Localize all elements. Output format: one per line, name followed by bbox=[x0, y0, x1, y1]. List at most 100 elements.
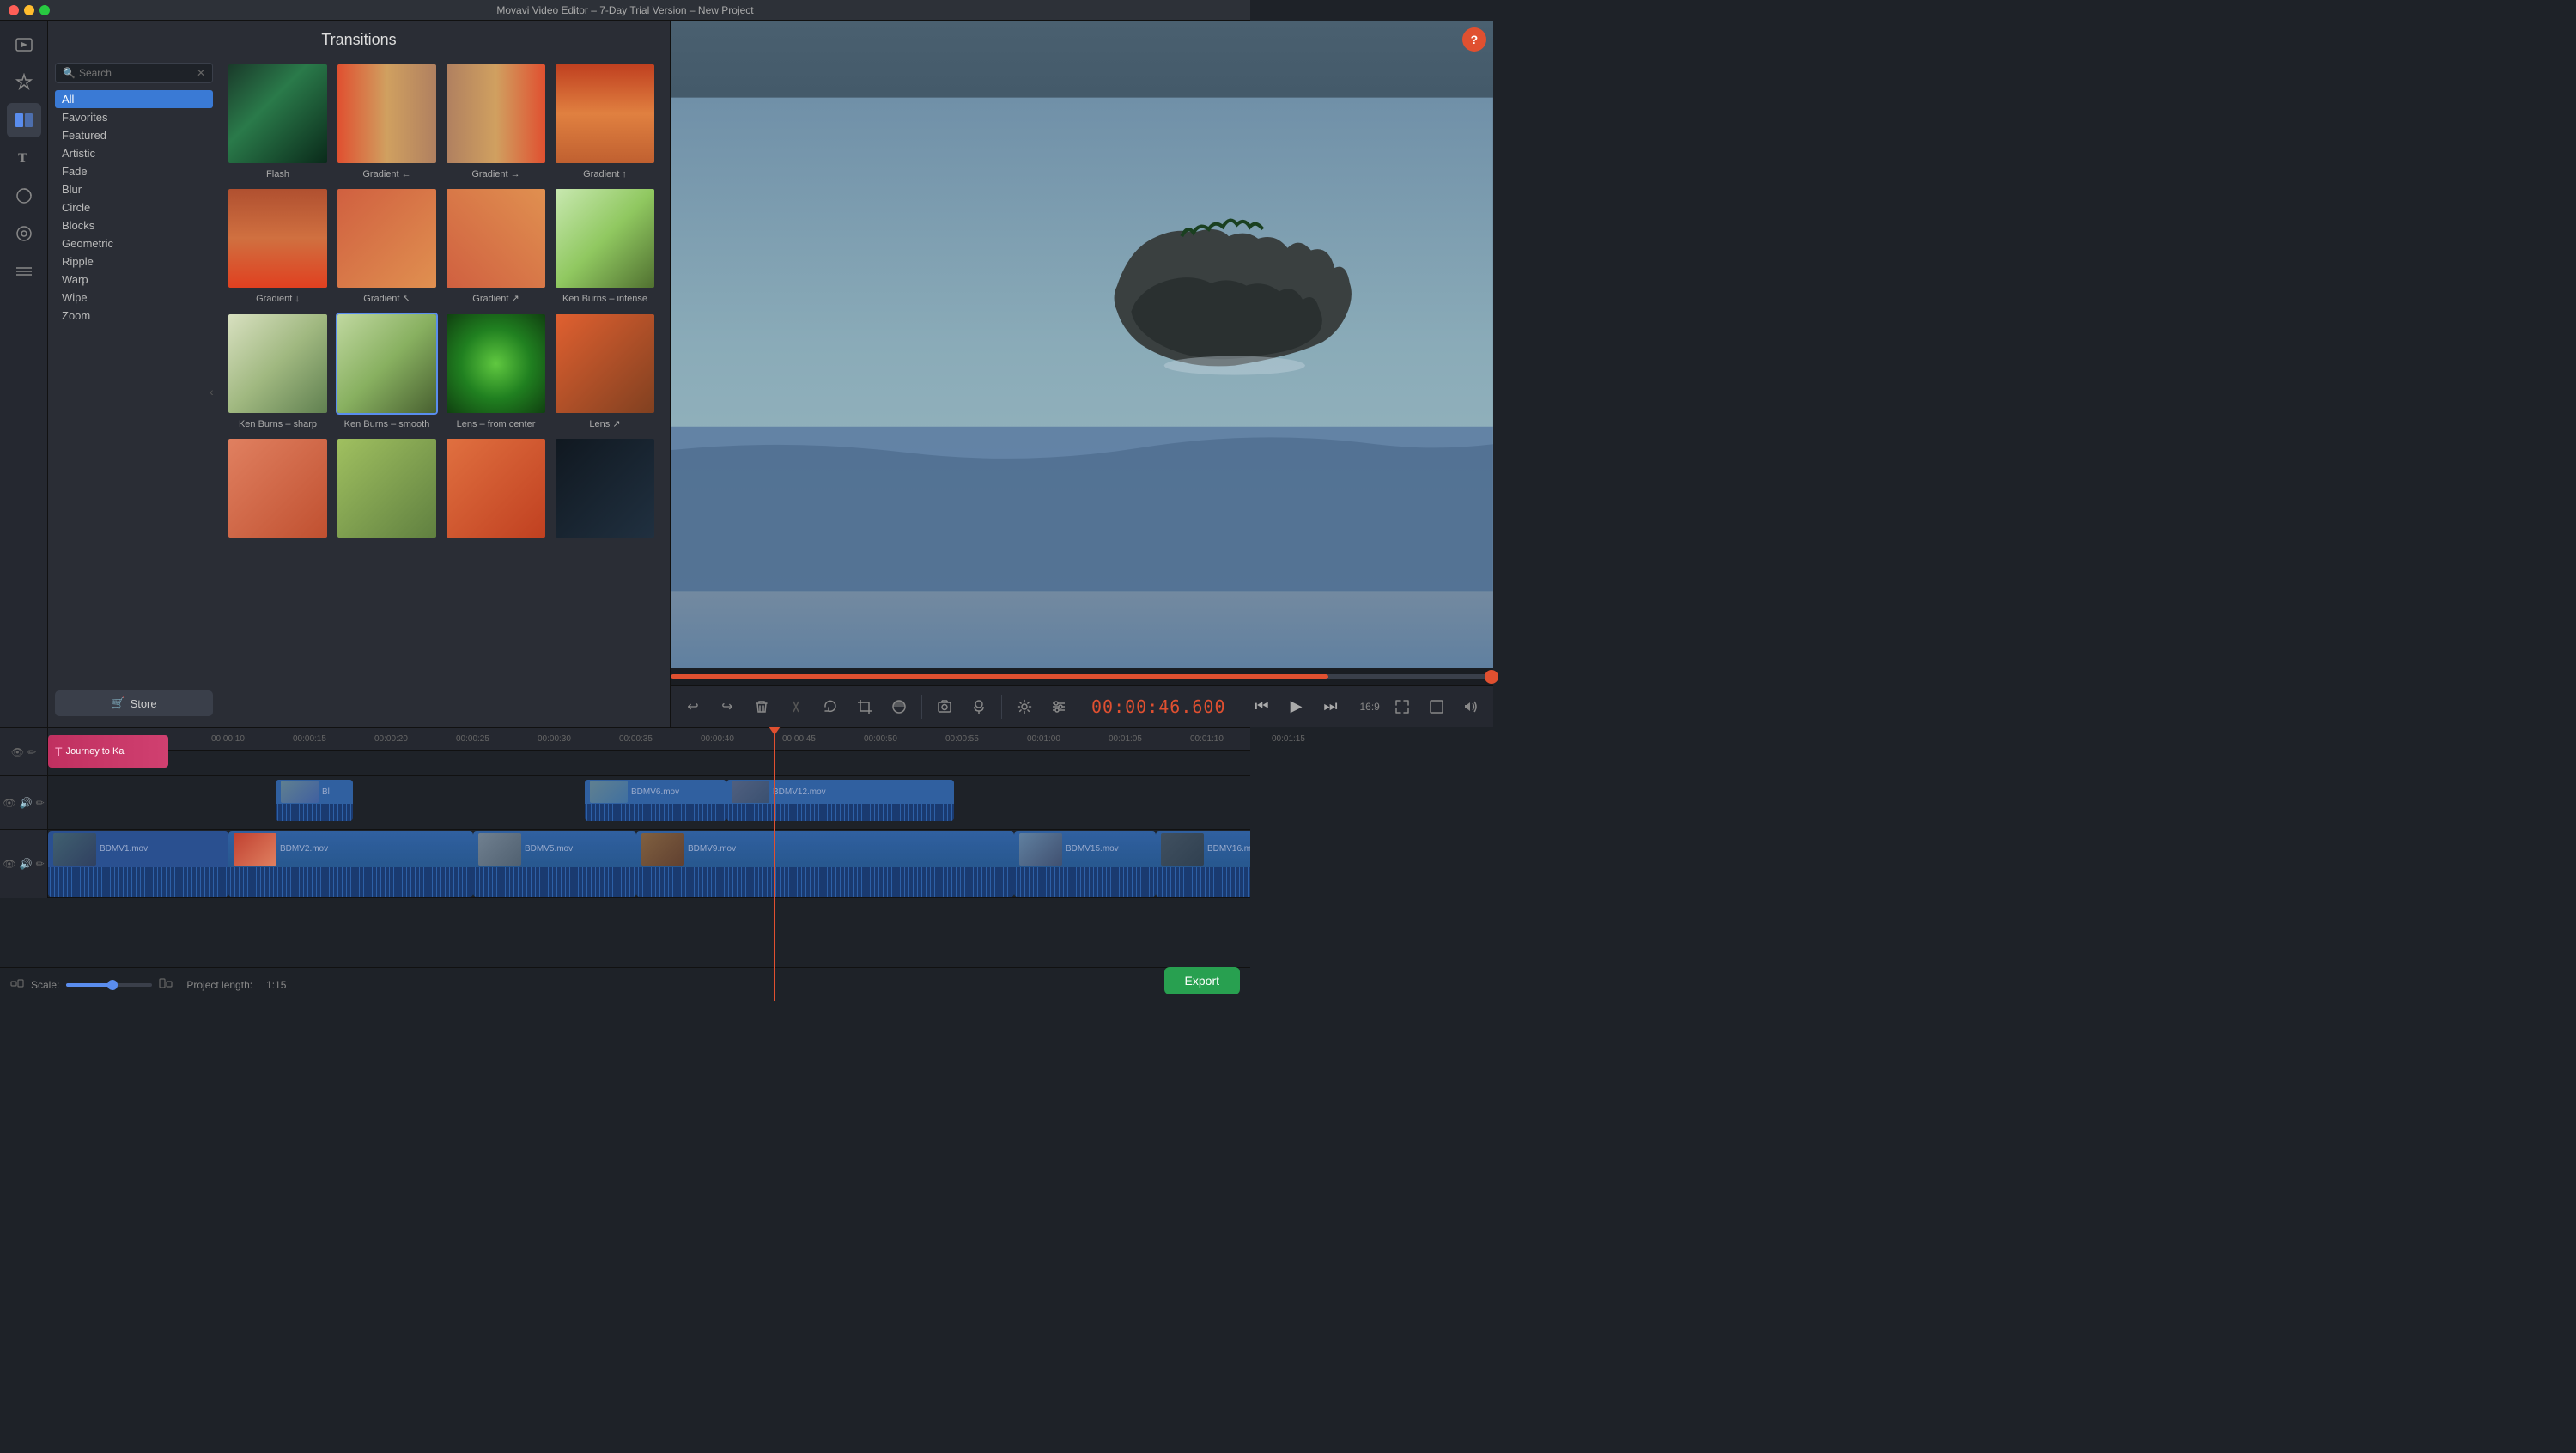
settings-button[interactable] bbox=[1009, 691, 1040, 722]
title-track-visibility-icon[interactable]: 👁 bbox=[11, 746, 24, 758]
delete-button[interactable] bbox=[746, 691, 777, 722]
store-button[interactable]: 🛒 Store bbox=[55, 690, 213, 716]
category-blocks[interactable]: Blocks bbox=[55, 216, 213, 234]
export-button[interactable]: Export bbox=[1164, 967, 1240, 994]
transition-kb-sharp[interactable]: Ken Burns – sharp bbox=[227, 313, 329, 430]
photo-button[interactable] bbox=[929, 691, 960, 722]
transition-gradient-right[interactable]: Gradient → bbox=[445, 63, 547, 180]
broll-clip-bdmv6[interactable]: BDMV6.mov bbox=[585, 780, 726, 821]
toolbar-music-icon[interactable] bbox=[7, 216, 41, 251]
minimize-button[interactable] bbox=[24, 5, 34, 15]
fullscreen-button[interactable] bbox=[1421, 691, 1452, 722]
transition-gradient-diag1[interactable]: Gradient ↖ bbox=[336, 187, 438, 305]
collapse-arrow[interactable]: ‹ bbox=[210, 385, 214, 398]
cut-button[interactable] bbox=[781, 691, 811, 722]
redo-button[interactable]: ↪ bbox=[712, 691, 743, 722]
toolbar-media-icon[interactable] bbox=[7, 27, 41, 62]
scale-thumb[interactable] bbox=[107, 980, 118, 990]
main-clip-bdmv1[interactable]: BDMV1.mov bbox=[48, 831, 228, 897]
help-button[interactable]: ? bbox=[1462, 27, 1486, 52]
crop-button[interactable] bbox=[849, 691, 880, 722]
toolbar-titles-icon[interactable]: T bbox=[7, 141, 41, 175]
transition-lens-diag[interactable]: Lens ↗ bbox=[554, 313, 656, 430]
title-track-lock-icon[interactable]: ✏ bbox=[27, 746, 36, 758]
broll-clip-bdmv6-label: BDMV6.mov bbox=[585, 780, 726, 804]
transition-kb-intense-label: Ken Burns – intense bbox=[562, 293, 647, 305]
transition-gradient-left[interactable]: Gradient ← bbox=[336, 63, 438, 180]
project-length-label: Project length: bbox=[186, 979, 252, 991]
broll-track-lock-icon[interactable]: ✏ bbox=[36, 797, 45, 809]
main-clip-bdmv9[interactable]: BDMV9.mov bbox=[636, 831, 1014, 897]
category-all[interactable]: All bbox=[55, 90, 213, 108]
transitions-panel: Transitions 🔍 ✕ All Favorites Featured A… bbox=[48, 21, 671, 726]
main-clip-bdmv2[interactable]: BDMV2.mov bbox=[228, 831, 473, 897]
main-track-content[interactable]: BDMV1.mov BDMV2.mov BDMV5.mov bbox=[48, 830, 1250, 898]
title-track-content[interactable]: T Journey to Ka bbox=[48, 728, 1250, 775]
main-clip-bdmv15[interactable]: BDMV15.mov bbox=[1014, 831, 1156, 897]
category-wipe[interactable]: Wipe bbox=[55, 289, 213, 307]
audio-button[interactable] bbox=[963, 691, 994, 722]
undo-button[interactable]: ↩ bbox=[677, 691, 708, 722]
transitions-grid-area[interactable]: Flash Gradient ← bbox=[220, 56, 670, 726]
transition-kb-intense[interactable]: Ken Burns – intense bbox=[554, 187, 656, 305]
title-clip[interactable]: T Journey to Ka bbox=[48, 735, 168, 768]
main-clip-bdmv5[interactable]: BDMV5.mov bbox=[473, 831, 636, 897]
category-featured[interactable]: Featured bbox=[55, 126, 213, 144]
maximize-button[interactable] bbox=[39, 5, 50, 15]
playback-progress[interactable] bbox=[671, 674, 1493, 679]
playback-thumb[interactable] bbox=[1485, 670, 1498, 684]
category-zoom[interactable]: Zoom bbox=[55, 307, 213, 325]
broll-clip-bdmv12-thumb bbox=[732, 781, 769, 803]
playhead[interactable] bbox=[774, 728, 775, 1001]
main-clip-bdmv16[interactable]: BDMV16.m bbox=[1156, 831, 1250, 897]
category-ripple[interactable]: Ripple bbox=[55, 252, 213, 271]
category-geometric[interactable]: Geometric bbox=[55, 234, 213, 252]
category-favorites[interactable]: Favorites bbox=[55, 108, 213, 126]
title-clip-label: Journey to Ka bbox=[66, 746, 125, 757]
category-fade[interactable]: Fade bbox=[55, 162, 213, 180]
rotate-button[interactable] bbox=[815, 691, 846, 722]
transition-kb-smooth[interactable]: Ken Burns – smooth bbox=[336, 313, 438, 430]
transition-gradient-up-label: Gradient ↑ bbox=[583, 168, 627, 180]
transition-gradient-diag2[interactable]: Gradient ↗ bbox=[445, 187, 547, 305]
transition-gradient-down[interactable]: Gradient ↓ bbox=[227, 187, 329, 305]
playback-controls: ⏮ ▶ ⏭ bbox=[1247, 691, 1346, 722]
transition-row4-4[interactable] bbox=[554, 437, 656, 543]
audio-mixer-button[interactable] bbox=[1043, 691, 1074, 722]
toolbar-transitions-icon[interactable] bbox=[7, 103, 41, 137]
main-track-lock-icon[interactable]: ✏ bbox=[36, 858, 45, 870]
category-warp[interactable]: Warp bbox=[55, 271, 213, 289]
broll-track-vol-icon[interactable]: 🔊 bbox=[20, 797, 33, 809]
expand-button[interactable] bbox=[1387, 691, 1418, 722]
search-close-icon[interactable]: ✕ bbox=[197, 67, 205, 79]
search-input[interactable] bbox=[79, 67, 193, 79]
category-blur[interactable]: Blur bbox=[55, 180, 213, 198]
main-track-vol-icon[interactable]: 🔊 bbox=[20, 858, 33, 870]
skip-forward-button[interactable]: ⏭ bbox=[1315, 691, 1346, 722]
toolbar-overlays-icon[interactable] bbox=[7, 179, 41, 213]
transition-flash[interactable]: Flash bbox=[227, 63, 329, 180]
transition-row4-2[interactable] bbox=[336, 437, 438, 543]
close-button[interactable] bbox=[9, 5, 19, 15]
search-bar[interactable]: 🔍 ✕ bbox=[55, 63, 213, 83]
scale-slider[interactable] bbox=[66, 983, 152, 987]
main-track-visibility-icon[interactable]: 👁 bbox=[3, 858, 15, 870]
toolbar-timeline-icon[interactable] bbox=[7, 254, 41, 289]
toolbar-effects-icon[interactable] bbox=[7, 65, 41, 100]
transition-row4-3[interactable] bbox=[445, 437, 547, 543]
skip-back-button[interactable]: ⏮ bbox=[1247, 691, 1278, 722]
color-button[interactable] bbox=[884, 691, 914, 722]
volume-button[interactable] bbox=[1455, 691, 1486, 722]
broll-track-content[interactable]: Bl BDMV6.mov bbox=[48, 776, 1250, 829]
transition-gradient-up[interactable]: Gradient ↑ bbox=[554, 63, 656, 180]
playback-fill bbox=[671, 674, 1328, 679]
main-clip-bdmv16-label: BDMV16.m bbox=[1156, 831, 1250, 867]
broll-track-visibility-icon[interactable]: 👁 bbox=[3, 797, 15, 809]
category-artistic[interactable]: Artistic bbox=[55, 144, 213, 162]
play-button[interactable]: ▶ bbox=[1281, 691, 1312, 722]
broll-clip-b1[interactable]: Bl bbox=[276, 780, 353, 821]
broll-clip-bdmv12[interactable]: BDMV12.mov bbox=[726, 780, 954, 821]
transition-lens-center[interactable]: Lens – from center bbox=[445, 313, 547, 430]
transition-row4-1[interactable] bbox=[227, 437, 329, 543]
category-circle[interactable]: Circle bbox=[55, 198, 213, 216]
